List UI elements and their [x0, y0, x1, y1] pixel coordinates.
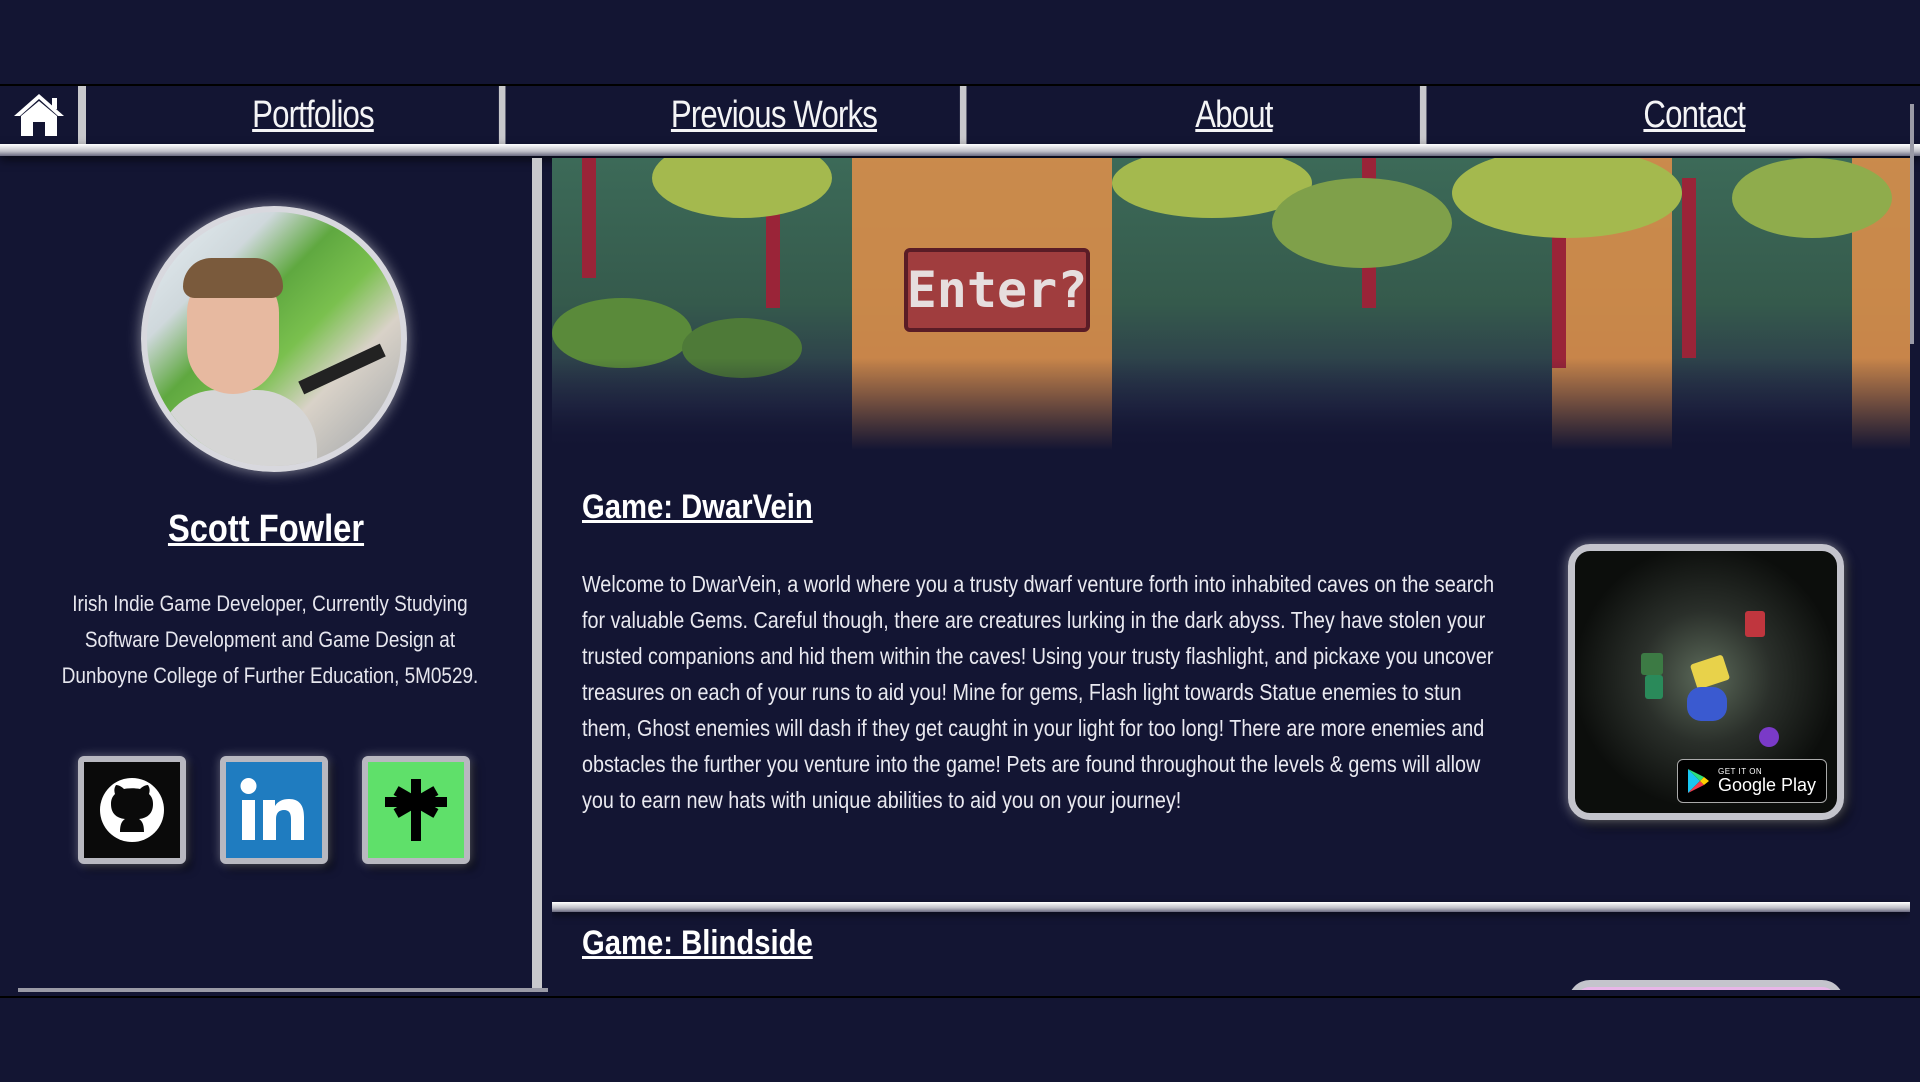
game-title-dwarvein[interactable]: Game: DwarVein	[582, 488, 813, 527]
game-title-blindside[interactable]: Game: Blindside	[582, 924, 813, 963]
bottom-band	[0, 996, 1920, 1082]
game-banner-image: Enter?	[552, 158, 1910, 450]
nav-link-about[interactable]: About	[1048, 86, 1427, 144]
top-bar	[0, 0, 1920, 86]
sidebar-bottom-rule	[18, 988, 548, 992]
google-play-icon	[1688, 769, 1709, 793]
github-icon	[100, 778, 164, 842]
linkedin-icon	[240, 778, 304, 840]
nav-divider	[0, 144, 1920, 156]
banner-sign: Enter?	[904, 248, 1090, 332]
linktree-link[interactable]	[362, 756, 470, 864]
blindside-store-card[interactable]	[1568, 980, 1844, 990]
avatar	[141, 206, 407, 472]
nav-link-portfolios[interactable]: Portfolios	[127, 86, 506, 144]
game-description-dwarvein: Welcome to DwarVein, a world where you a…	[582, 571, 1495, 813]
main-content: Enter? Game: DwarVein Welcome to DwarVei…	[552, 158, 1910, 990]
section-divider	[552, 902, 1910, 912]
main-nav: Portfolios Previous Works About Contact	[0, 86, 1920, 144]
linkedin-link[interactable]	[220, 756, 328, 864]
home-icon	[14, 94, 64, 136]
nav-link-previous-works[interactable]: Previous Works	[588, 86, 966, 144]
profile-sidebar: Scott Fowler Irish Indie Game Developer,…	[0, 158, 542, 990]
github-link[interactable]	[78, 756, 186, 864]
profile-bio: Irish Indie Game Developer, Currently St…	[61, 591, 479, 688]
profile-name[interactable]: Scott Fowler	[37, 508, 495, 551]
dwarvein-store-card[interactable]: GET IT ON Google Play	[1568, 544, 1844, 820]
badge-store-name: Google Play	[1718, 775, 1817, 795]
home-button[interactable]	[0, 86, 86, 144]
nav-link-contact[interactable]: Contact	[1508, 86, 1879, 144]
linktree-icon	[385, 779, 447, 841]
scrollbar[interactable]	[1910, 104, 1914, 344]
google-play-badge[interactable]: GET IT ON Google Play	[1677, 759, 1827, 803]
